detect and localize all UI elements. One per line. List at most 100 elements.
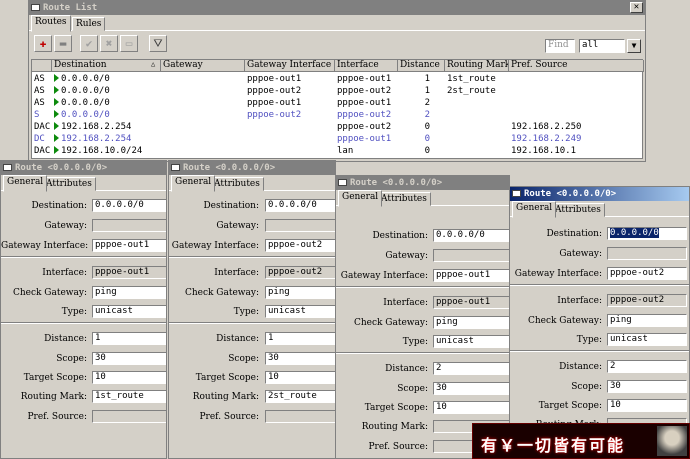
field-distance[interactable]: 2: [607, 360, 687, 373]
route-list-titlebar[interactable]: Route List ✕: [29, 1, 645, 15]
field-distance[interactable]: 1: [92, 332, 166, 345]
field-interface[interactable]: pppoe-out2: [607, 294, 687, 307]
tab-attributes[interactable]: Attributes: [551, 203, 605, 217]
add-icon[interactable]: ✚: [34, 35, 52, 52]
cell-flags: S: [34, 110, 40, 120]
find-input[interactable]: Find: [545, 39, 575, 53]
route-window-tabs: General Attributes: [169, 175, 335, 192]
divider: [336, 352, 509, 354]
field-gateway-interface[interactable]: pppoe-out2: [607, 267, 687, 280]
col-routing-mark[interactable]: Routing Mark: [445, 60, 509, 72]
field-type[interactable]: unicast: [607, 333, 687, 346]
field-destination[interactable]: 0.0.0.0/0: [92, 199, 166, 212]
route-window-titlebar[interactable]: Route <0.0.0.0/0>: [169, 161, 335, 175]
field-distance[interactable]: 2: [433, 362, 509, 375]
field-type[interactable]: unicast: [92, 305, 166, 318]
field-routing-mark[interactable]: 2st_route: [265, 390, 335, 403]
label-type: Type:: [402, 337, 428, 347]
enable-icon[interactable]: ✔: [80, 35, 98, 52]
tab-attributes[interactable]: Attributes: [210, 177, 264, 191]
field-distance[interactable]: 1: [265, 332, 335, 345]
field-gateway[interactable]: [92, 219, 166, 232]
table-row[interactable]: DC 192.168.2.254 pppoe-out1 0 192.168.2.249: [32, 133, 644, 145]
field-gateway-interface[interactable]: pppoe-out1: [92, 239, 166, 252]
label-pref-source: Pref. Source:: [199, 412, 260, 422]
field-target-scope[interactable]: 10: [433, 401, 509, 414]
field-check-gateway[interactable]: ping: [433, 316, 509, 329]
field-scope[interactable]: 30: [607, 380, 687, 393]
cell-mark: 2st_route: [447, 86, 496, 96]
cell-src: 192.168.2.250: [511, 122, 582, 132]
field-scope[interactable]: 30: [92, 352, 166, 365]
field-gateway[interactable]: [265, 219, 335, 232]
cell-gw-iface: pppoe-out1: [247, 98, 302, 108]
route-window-title: Route <0.0.0.0/0>: [350, 178, 443, 188]
col-flags[interactable]: [32, 60, 52, 72]
field-target-scope[interactable]: 10: [607, 399, 687, 412]
field-interface[interactable]: pppoe-out2: [265, 266, 335, 279]
col-interface[interactable]: Interface: [335, 60, 398, 72]
field-check-gateway[interactable]: ping: [607, 314, 687, 327]
route-window-1: Route <0.0.0.0/0> General Attributes Destin…: [0, 160, 167, 459]
cell-distance: 1: [424, 74, 430, 84]
col-gateway-interface[interactable]: Gateway Interface: [245, 60, 335, 72]
tab-attributes[interactable]: Attributes: [42, 177, 96, 191]
tab-routes[interactable]: Routes: [31, 15, 71, 32]
field-type[interactable]: unicast: [433, 335, 509, 348]
close-button[interactable]: ✕: [630, 2, 643, 13]
col-gateway[interactable]: Gateway: [161, 60, 245, 72]
field-check-gateway[interactable]: ping: [92, 286, 166, 299]
filter-select[interactable]: all: [579, 39, 625, 53]
field-destination[interactable]: 0.0.0.0/0: [265, 199, 335, 212]
field-interface[interactable]: pppoe-out1: [92, 266, 166, 279]
table-row[interactable]: S 0.0.0.0/0 pppoe-out2 pppoe-out2 2: [32, 109, 644, 121]
label-pref-source: Pref. Source:: [368, 442, 429, 452]
field-routing-mark[interactable]: 1st_route: [92, 390, 166, 403]
route-window-titlebar[interactable]: Route <0.0.0.0/0>: [336, 176, 509, 190]
table-row[interactable]: DAC 192.168.2.254 pppoe-out2 0 192.168.2.250: [32, 121, 644, 133]
table-row[interactable]: AS 0.0.0.0/0 pppoe-out2 pppoe-out2 1 2st_rout…: [32, 85, 644, 97]
field-pref-source[interactable]: [265, 410, 335, 423]
field-interface[interactable]: pppoe-out1: [433, 296, 509, 309]
filter-icon[interactable]: ⛛: [149, 35, 167, 52]
field-gateway-interface[interactable]: pppoe-out2: [265, 239, 335, 252]
table-row[interactable]: AS 0.0.0.0/0 pppoe-out1 pppoe-out1 2: [32, 97, 644, 109]
label-routing-mark: Routing Mark:: [20, 392, 87, 402]
comment-icon[interactable]: ▭: [120, 35, 138, 52]
route-list-tabs: Routes Rules: [29, 15, 645, 32]
cell-gateway: [161, 73, 245, 85]
field-gateway[interactable]: [433, 249, 509, 262]
dropdown-arrow-icon[interactable]: ▼: [627, 39, 641, 53]
field-check-gateway[interactable]: ping: [265, 286, 335, 299]
col-destination[interactable]: Destination: [52, 60, 161, 72]
field-destination[interactable]: 0.0.0.0/0: [607, 227, 687, 240]
field-pref-source[interactable]: [92, 410, 166, 423]
tab-rules[interactable]: Rules: [72, 17, 106, 31]
field-destination[interactable]: 0.0.0.0/0: [433, 229, 509, 242]
label-check-gateway: Check Gateway:: [12, 288, 87, 298]
label-type: Type:: [233, 307, 259, 317]
remove-icon[interactable]: ▬: [54, 35, 72, 52]
field-gateway[interactable]: [607, 247, 687, 260]
field-scope[interactable]: 30: [433, 382, 509, 395]
table-row[interactable]: AS 0.0.0.0/0 pppoe-out1 pppoe-out1 1 1st_rout…: [32, 73, 644, 85]
col-pref-source[interactable]: Pref. Source: [509, 60, 644, 72]
route-window-titlebar[interactable]: Route <0.0.0.0/0>: [510, 187, 689, 201]
tab-attributes[interactable]: Attributes: [377, 192, 431, 206]
table-row[interactable]: DAC 192.168.10.0/24 lan 0 192.168.10.1: [32, 145, 644, 157]
toolbar: ✚ ▬ ✔ ✖ ▭ ⛛ Find all ▼: [29, 33, 645, 57]
col-distance[interactable]: Distance: [398, 60, 445, 72]
route-window-titlebar[interactable]: Route <0.0.0.0/0>: [1, 161, 166, 175]
tab-general[interactable]: General: [3, 175, 48, 192]
tab-general[interactable]: General: [171, 175, 216, 192]
field-scope[interactable]: 30: [265, 352, 335, 365]
disable-icon[interactable]: ✖: [100, 35, 118, 52]
field-gateway-interface[interactable]: pppoe-out1: [433, 269, 509, 282]
field-target-scope[interactable]: 10: [92, 371, 166, 384]
field-type[interactable]: unicast: [265, 305, 335, 318]
label-pref-source: Pref. Source:: [27, 412, 88, 422]
label-distance: Distance:: [44, 334, 87, 344]
field-target-scope[interactable]: 10: [265, 371, 335, 384]
tab-general[interactable]: General: [512, 201, 557, 218]
tab-general[interactable]: General: [338, 190, 383, 207]
